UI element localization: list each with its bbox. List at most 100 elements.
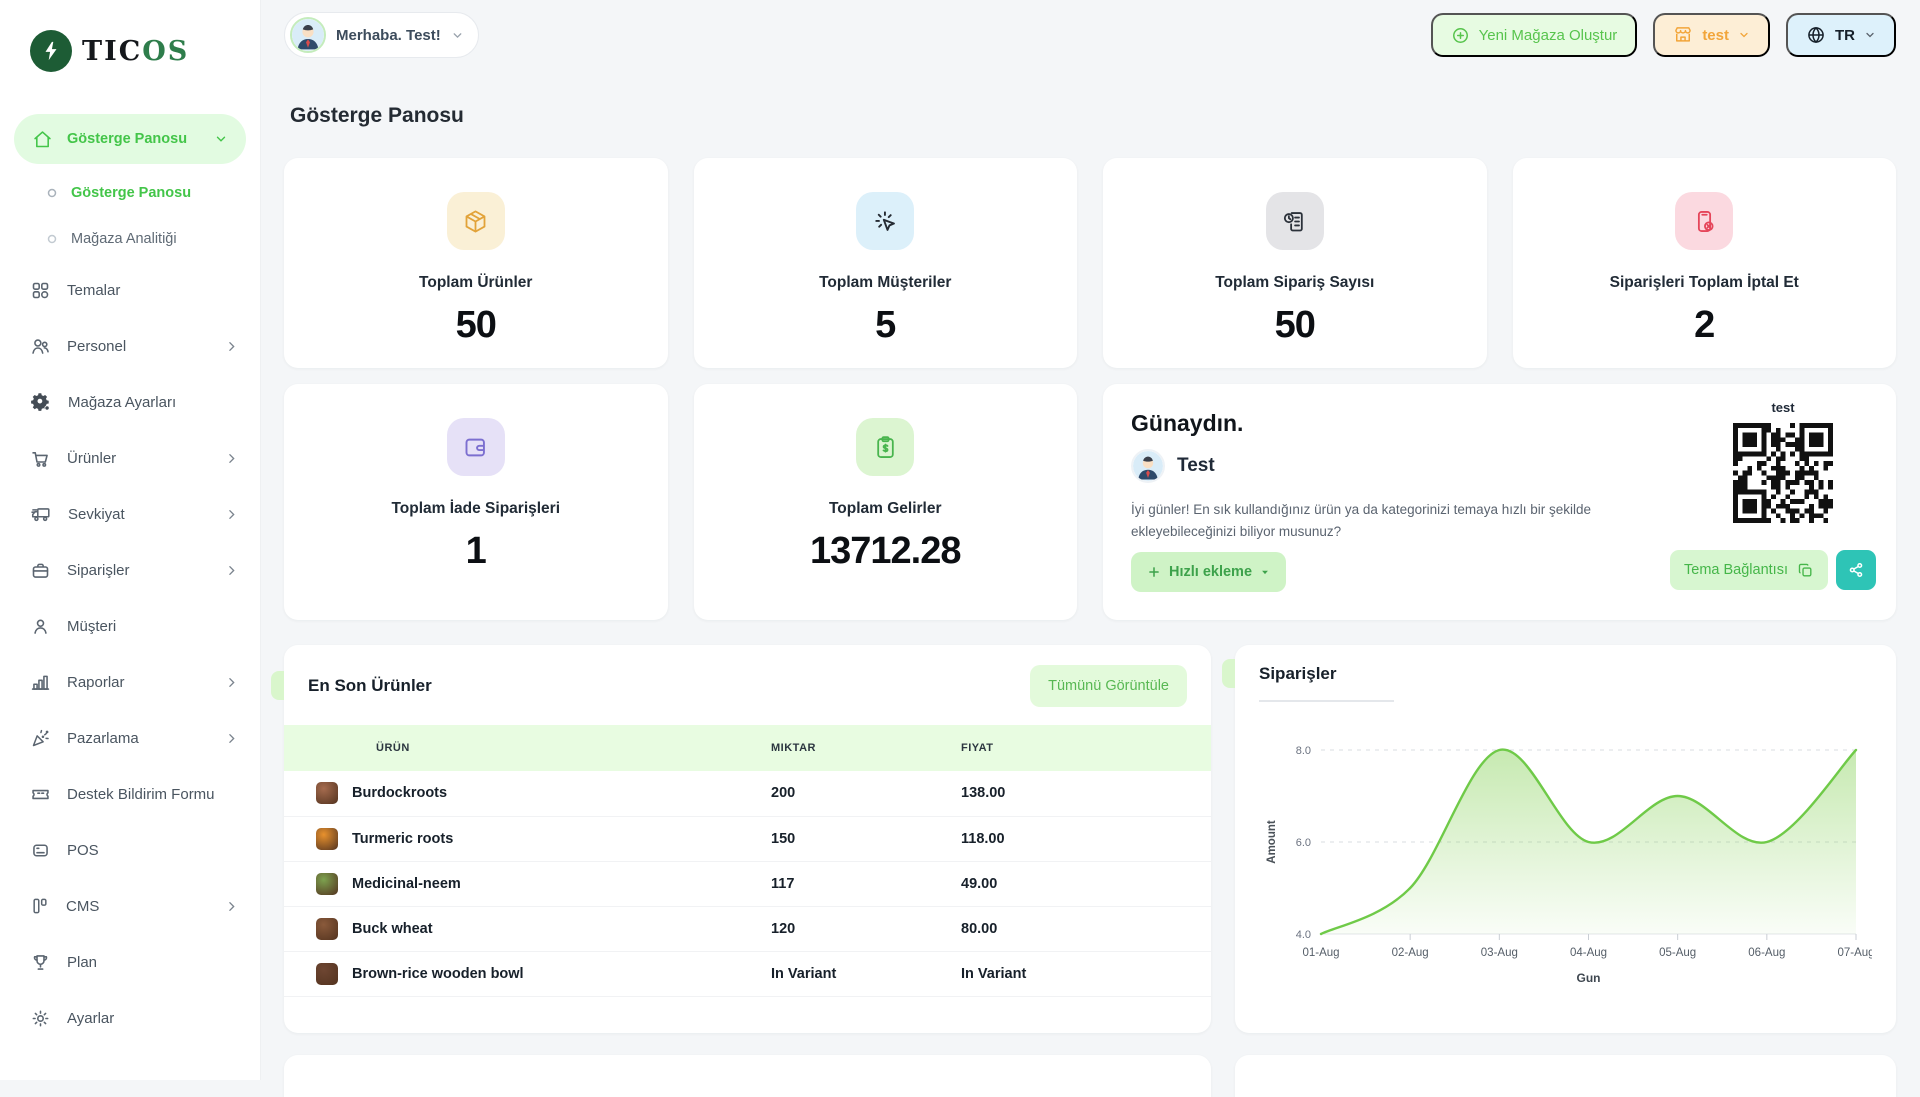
products-table: ÜRÜN MIKTAR FIYAT Burdockroots 200 138.0… [284, 725, 1211, 997]
globe-icon [1806, 25, 1826, 45]
sidebar-item-ayarlar[interactable]: Ayarlar [0, 990, 260, 1046]
store-select[interactable]: test [1653, 13, 1770, 57]
chevron-right-icon [225, 340, 238, 353]
svg-text:Amount: Amount [1266, 820, 1278, 864]
sidebar-subitem-gosterge-panosu[interactable]: Gösterge Panosu [0, 170, 260, 216]
table-row[interactable]: Medicinal-neem 117 49.00 [284, 861, 1211, 906]
product-thumbnail [316, 918, 338, 940]
page-title: Gösterge Panosu [290, 104, 1896, 128]
stat-card-total-products: Toplam Ürünler 50 [284, 158, 668, 368]
truck-icon [30, 503, 52, 525]
table-row[interactable]: Buck wheat 120 80.00 [284, 906, 1211, 951]
ticket-icon [30, 784, 51, 805]
sidebar-item-cms[interactable]: CMS [0, 878, 260, 934]
stat-label: Toplam Gelirler [829, 500, 942, 518]
stat-card-returned-orders: Toplam İade Siparişleri 1 [284, 384, 668, 620]
qr-block: test [1732, 400, 1834, 523]
greeting-username: Test [1177, 455, 1215, 477]
sidebar-item-siparisler[interactable]: Siparişler [0, 542, 260, 598]
share-button[interactable] [1836, 550, 1876, 590]
bar-chart-icon [30, 672, 51, 693]
chevron-right-icon [225, 508, 238, 521]
plus-icon [1147, 565, 1161, 579]
user-menu-chip[interactable]: Merhaba. Test! [284, 12, 479, 58]
stat-value: 5 [875, 304, 895, 347]
svg-text:07-Aug: 07-Aug [1837, 947, 1872, 959]
language-select[interactable]: TR [1786, 13, 1896, 57]
table-row[interactable]: Turmeric roots 150 118.00 [284, 816, 1211, 861]
topbar-actions: Yeni Mağaza Oluştur test TR [1431, 13, 1896, 57]
cart-icon [30, 448, 51, 469]
users-icon [30, 336, 51, 357]
sidebar-item-label: Gösterge Panosu [67, 131, 200, 147]
gear-icon [30, 1008, 51, 1029]
sidebar-item-urunler[interactable]: Ürünler [0, 430, 260, 486]
sidebar-item-plan[interactable]: Plan [0, 934, 260, 990]
stat-card-cancelled-orders: Siparişleri Toplam İptal Et 2 [1513, 158, 1897, 368]
circle-icon [46, 233, 58, 245]
stat-value: 2 [1694, 304, 1714, 347]
store-icon [1673, 25, 1693, 45]
orders-area-chart[interactable]: 4.06.08.001-Aug02-Aug03-Aug04-Aug05-Aug0… [1259, 724, 1872, 1012]
product-thumbnail [316, 873, 338, 895]
col-qty: MIKTAR [771, 725, 961, 771]
brand-logo[interactable]: TICOS [0, 0, 260, 102]
sidebar-item-gosterge-panosu[interactable]: Gösterge Panosu [14, 114, 246, 164]
package-icon [447, 192, 505, 250]
topbar: Merhaba. Test! Yeni Mağaza Oluştur test … [284, 12, 1896, 58]
clipboard-dollar-icon [856, 418, 914, 476]
partial-card [284, 1055, 1211, 1097]
svg-text:03-Aug: 03-Aug [1481, 947, 1518, 959]
brand-name: TICOS [82, 36, 189, 67]
caret-down-icon [1260, 567, 1270, 577]
sidebar-item-destek-bildirim-formu[interactable]: Destek Bildirim Formu [0, 766, 260, 822]
stats-grid: Toplam Ürünler 50 Toplam Müşteriler 5 To… [284, 158, 1896, 620]
sidebar-subitem-magaza-analitigi[interactable]: Mağaza Analitiği [0, 216, 260, 262]
product-thumbnail [316, 828, 338, 850]
table-row[interactable]: Brown-rice wooden bowl In Variant In Var… [284, 951, 1211, 996]
qr-code [1733, 423, 1833, 523]
product-thumbnail [316, 963, 338, 985]
svg-text:Gun: Gun [1577, 971, 1601, 985]
stat-card-total-revenue: Toplam Gelirler 13712.28 [694, 384, 1078, 620]
greeting-text: Merhaba. Test! [336, 27, 441, 44]
svg-text:01-Aug: 01-Aug [1302, 947, 1339, 959]
view-all-button[interactable]: Tümünü Görüntüle [1030, 665, 1187, 707]
table-row[interactable]: Burdockroots 200 138.00 [284, 771, 1211, 816]
chart-title: Siparişler [1259, 664, 1337, 684]
sidebar-item-sevkiyat[interactable]: Sevkiyat [0, 486, 260, 542]
card-accent [1222, 659, 1235, 688]
latest-products-card: En Son Ürünler Tümünü Görüntüle ÜRÜN MIK… [284, 645, 1211, 1033]
stat-card-total-customers: Toplam Müşteriler 5 [694, 158, 1078, 368]
gears-icon [30, 391, 52, 413]
stat-value: 50 [1275, 304, 1315, 347]
grid-icon [30, 280, 51, 301]
col-product: ÜRÜN [284, 725, 771, 771]
theme-link-button[interactable]: Tema Bağlantısı [1670, 550, 1828, 590]
sidebar-item-pos[interactable]: POS [0, 822, 260, 878]
products-card-title: En Son Ürünler [308, 676, 432, 696]
new-store-button[interactable]: Yeni Mağaza Oluştur [1431, 13, 1638, 57]
sidebar-item-raporlar[interactable]: Raporlar [0, 654, 260, 710]
quick-add-button[interactable]: Hızlı ekleme [1131, 552, 1286, 592]
sidebar-item-temalar[interactable]: Temalar [0, 262, 260, 318]
sidebar-item-musteri[interactable]: Müşteri [0, 598, 260, 654]
main-content: Merhaba. Test! Yeni Mağaza Oluştur test … [260, 0, 1920, 1097]
stat-label: Toplam İade Siparişleri [391, 500, 560, 518]
chevron-right-icon [225, 900, 238, 913]
svg-text:06-Aug: 06-Aug [1748, 947, 1785, 959]
stat-label: Toplam Ürünler [419, 274, 532, 292]
pos-terminal-icon [30, 840, 51, 861]
qr-label: test [1732, 400, 1834, 415]
sidebar-item-magaza-ayarlari[interactable]: Mağaza Ayarları [0, 374, 260, 430]
sidebar-item-personel[interactable]: Personel [0, 318, 260, 374]
greeting-message: İyi günler! En sık kullandığınız ürün ya… [1131, 499, 1661, 544]
chevron-down-icon [214, 132, 228, 146]
party-popper-icon [30, 728, 51, 749]
stat-card-total-orders: Toplam Sipariş Sayısı 50 [1103, 158, 1487, 368]
sidebar: TICOS Gösterge Panosu Gösterge Panosu Ma… [0, 0, 260, 1080]
sidebar-item-pazarlama[interactable]: Pazarlama [0, 710, 260, 766]
orders-chart-card: Siparişler 4.06.08.001-Aug02-Aug03-Aug04… [1235, 645, 1896, 1033]
user-avatar [290, 17, 326, 53]
col-price: FIYAT [961, 725, 1211, 771]
